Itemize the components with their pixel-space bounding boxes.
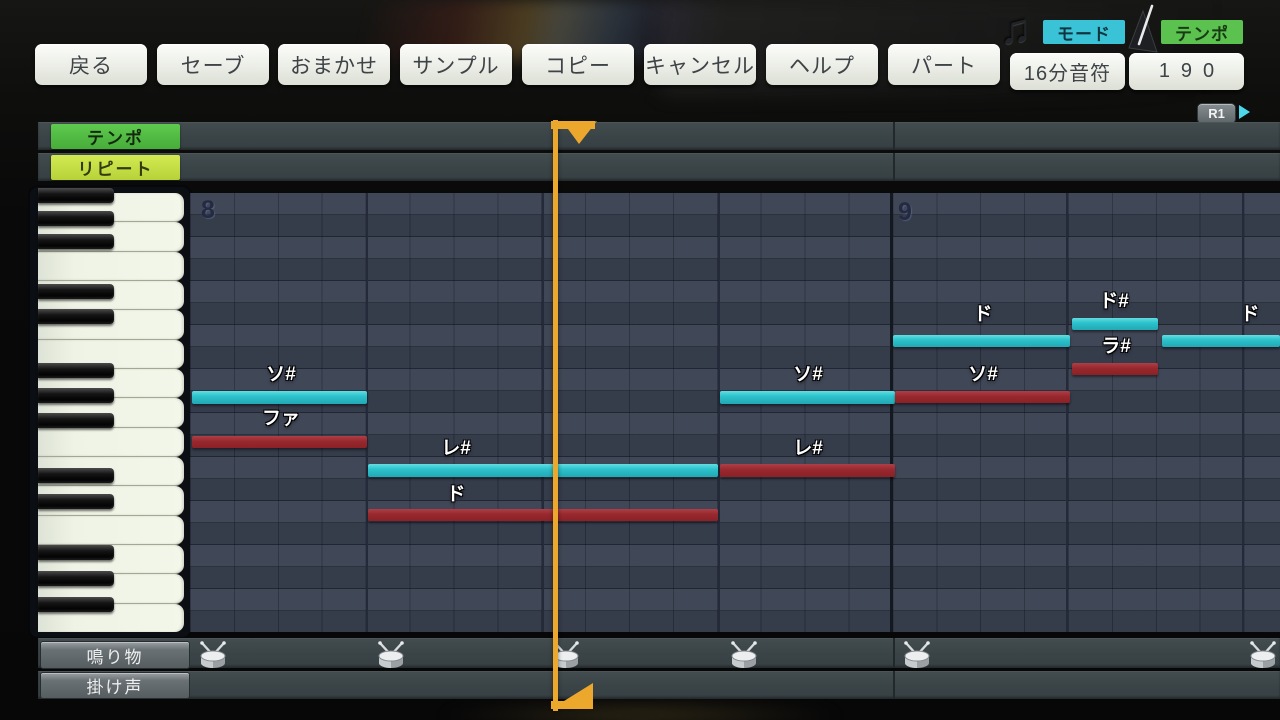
black-key[interactable]: [38, 413, 114, 428]
beat-line: [542, 193, 544, 632]
drum-icon[interactable]: [727, 640, 761, 675]
black-key[interactable]: [38, 388, 114, 403]
beat-line: [1066, 193, 1068, 632]
r1-shoulder-badge[interactable]: R1: [1197, 103, 1236, 124]
black-key[interactable]: [38, 234, 114, 249]
measure-number: 8: [201, 196, 215, 225]
note-red[interactable]: [720, 464, 895, 477]
music-note-icon: ♫: [1000, 8, 1032, 50]
note-red[interactable]: [1072, 363, 1158, 375]
white-key[interactable]: [38, 516, 184, 545]
measure-divider: [893, 638, 895, 668]
note-pitch-label: ド#: [1099, 286, 1129, 313]
toolbar-button-1[interactable]: 戻る: [35, 44, 147, 85]
beat-line: [1242, 193, 1244, 632]
toolbar-button-5[interactable]: コピー: [522, 44, 634, 85]
note-pitch-label: ド: [1240, 299, 1259, 326]
tempo-lane[interactable]: [38, 122, 1280, 150]
toolbar-button-6[interactable]: キャンセル: [644, 44, 756, 85]
repeat-lane[interactable]: [38, 153, 1280, 181]
measure-divider: [893, 153, 895, 181]
note-length-button[interactable]: 16分音符: [1010, 53, 1125, 90]
tempo-lane-chip[interactable]: テンポ: [51, 124, 180, 149]
black-key[interactable]: [38, 571, 114, 586]
white-key[interactable]: [38, 428, 184, 457]
note-cyan[interactable]: [368, 464, 718, 477]
bottom-glow: [430, 700, 850, 720]
karaoke-note-editor-screen: 戻るセーブおまかせサンプルコピーキャンセルヘルプパート ♫ モード 16分音符 …: [0, 0, 1280, 720]
toolbar-button-4[interactable]: サンプル: [400, 44, 512, 85]
black-key[interactable]: [38, 468, 114, 483]
note-pitch-label: ド: [973, 299, 992, 326]
playhead-cursor[interactable]: [553, 120, 558, 711]
note-pitch-label: ファ: [262, 403, 300, 430]
note-pitch-label: ソ#: [266, 359, 296, 386]
kakegoe-lane[interactable]: [38, 671, 1280, 699]
tempo-label: テンポ: [1161, 20, 1243, 44]
drum-icon[interactable]: [900, 640, 934, 675]
note-pitch-label: ラ#: [1101, 331, 1131, 358]
white-key[interactable]: [38, 252, 184, 281]
black-key[interactable]: [38, 597, 114, 612]
measure-line: [890, 193, 893, 632]
repeat-lane-chip[interactable]: リピート: [51, 155, 180, 180]
note-cyan[interactable]: [720, 391, 895, 404]
note-red[interactable]: [368, 509, 718, 521]
measure-divider: [893, 671, 895, 699]
black-key[interactable]: [38, 363, 114, 378]
black-key[interactable]: [38, 211, 114, 226]
black-key[interactable]: [38, 309, 114, 324]
black-key[interactable]: [38, 545, 114, 560]
mode-label: モード: [1043, 20, 1125, 44]
kakegoe-lane-button[interactable]: 掛け声: [40, 672, 190, 699]
drum-icon[interactable]: [1246, 640, 1280, 675]
note-red[interactable]: [192, 436, 367, 448]
toolbar-button-8[interactable]: パート: [888, 44, 1000, 85]
piano-roll-grid[interactable]: [190, 193, 1280, 632]
play-triangle-icon: [1239, 105, 1250, 119]
note-pitch-label: レ#: [793, 433, 823, 460]
narimono-lane-button[interactable]: 鳴り物: [40, 641, 190, 669]
note-pitch-label: ソ#: [793, 359, 823, 386]
black-key[interactable]: [38, 284, 114, 299]
metronome-icon: [1126, 4, 1164, 56]
beat-line: [718, 193, 720, 632]
beat-line: [366, 193, 368, 632]
black-key[interactable]: [38, 494, 114, 509]
note-cyan[interactable]: [1162, 335, 1280, 347]
measure-number: 9: [898, 198, 912, 227]
note-cyan[interactable]: [893, 335, 1070, 347]
note-pitch-label: ソ#: [968, 359, 998, 386]
note-cyan[interactable]: [1072, 318, 1158, 330]
note-pitch-label: ド: [446, 479, 465, 506]
toolbar-button-2[interactable]: セーブ: [157, 44, 269, 85]
drum-icon[interactable]: [374, 640, 408, 675]
black-key[interactable]: [38, 188, 114, 203]
measure-divider: [893, 122, 895, 150]
tempo-value-button[interactable]: 190: [1129, 53, 1244, 90]
playhead-top-flag: [551, 118, 601, 146]
toolbar-button-3[interactable]: おまかせ: [278, 44, 390, 85]
note-pitch-label: レ#: [441, 433, 471, 460]
toolbar-button-7[interactable]: ヘルプ: [766, 44, 878, 85]
note-red[interactable]: [895, 391, 1070, 403]
playhead-bottom-flag: [551, 678, 601, 712]
drum-icon[interactable]: [196, 640, 230, 675]
